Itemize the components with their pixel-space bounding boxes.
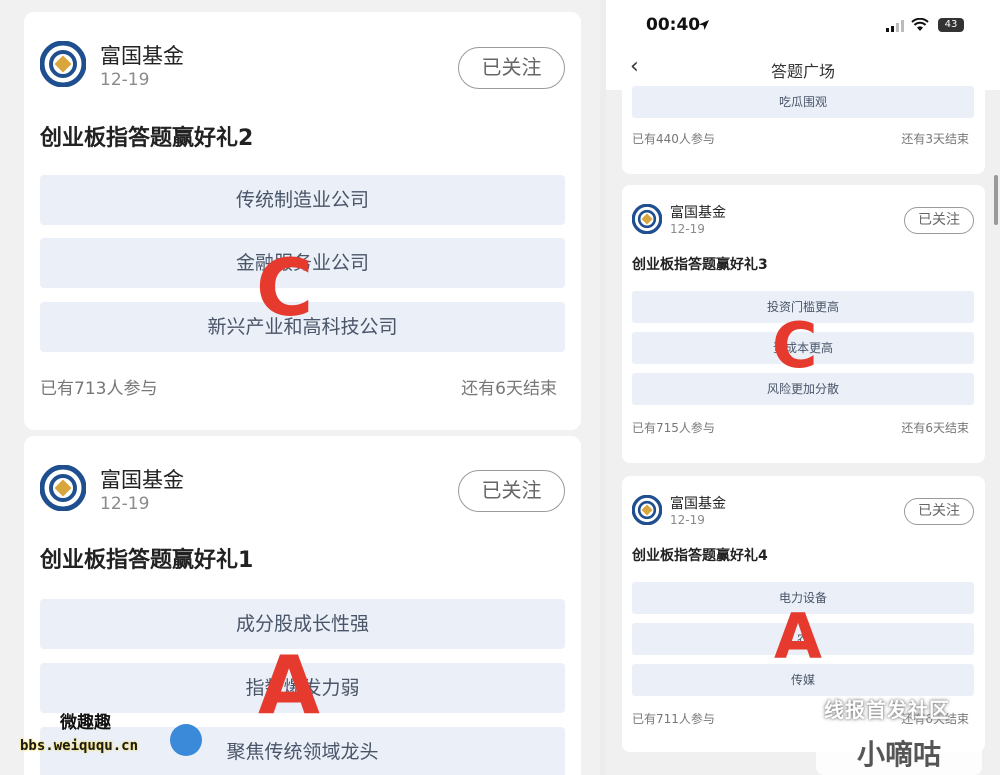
post-date: 12-19 (670, 222, 705, 236)
quiz-title: 创业板指答题赢好礼3 (632, 257, 768, 273)
site-watermark: 微趣趣 bbs.weiququ.cn (20, 708, 210, 768)
location-arrow-icon (699, 20, 709, 30)
time-remaining: 还有6天结束 (901, 421, 969, 435)
wifi-icon (911, 18, 929, 31)
follow-button[interactable]: 已关注 (458, 470, 565, 512)
answer-option[interactable]: 吃瓜围观 (632, 86, 974, 118)
battery-icon: 43 (938, 18, 964, 32)
fund-brand-name: 富国基金 (100, 44, 184, 68)
quiz-title: 创业板指答题赢好礼1 (40, 548, 254, 573)
answer-overlay-letter: A (258, 639, 320, 732)
page-title: 答题广场 (770, 62, 835, 81)
answer-overlay-letter: A (774, 600, 822, 673)
follow-button[interactable]: 已关注 (458, 47, 565, 89)
participant-count: 已有715人参与 (632, 421, 715, 435)
participant-count: 已有440人参与 (632, 132, 715, 146)
time-remaining: 还有3天结束 (901, 132, 969, 146)
post-date: 12-19 (100, 494, 150, 514)
answer-overlay-letter: C (256, 244, 314, 334)
fullgoal-logo-icon (632, 204, 662, 234)
fullgoal-logo-icon (632, 495, 662, 525)
post-date: 12-19 (670, 513, 705, 527)
quiz-card: 富国基金 12-19 已关注 创业板指答题赢好礼3 投资门槛更高 资成本更高 风… (622, 185, 985, 463)
watermark-badge: 小嘀咕 (816, 730, 982, 775)
watermark-site-url: bbs.weiququ.cn (20, 738, 139, 754)
fullgoal-logo-icon (40, 41, 86, 87)
quiz-title: 创业板指答题赢好礼4 (632, 548, 768, 564)
fund-brand-name: 富国基金 (670, 496, 726, 512)
left-screenshot-panel: 富国基金 12-19 已关注 创业板指答题赢好礼2 传统制造业公司 金融服务业公… (0, 0, 600, 775)
mascot-icon (170, 724, 202, 756)
follow-button[interactable]: 已关注 (904, 207, 974, 234)
scrollbar[interactable] (994, 175, 998, 225)
participant-count: 已有711人参与 (632, 712, 715, 726)
quiz-card: 富国基金 12-19 已关注 创业板指答题赢好礼2 传统制造业公司 金融服务业公… (24, 12, 581, 430)
time-remaining: 还有6天结束 (461, 379, 557, 399)
quiz-title: 创业板指答题赢好礼2 (40, 126, 254, 151)
watermark-site-name: 微趣趣 (60, 713, 111, 733)
status-bar: 00:40 43 (606, 0, 1000, 48)
fund-brand-name: 富国基金 (670, 205, 726, 221)
fullgoal-logo-icon (40, 465, 86, 511)
follow-button[interactable]: 已关注 (904, 498, 974, 525)
answer-overlay-letter: C (772, 309, 818, 382)
cellular-signal-icon (886, 20, 904, 32)
phone-screenshot-panel: 00:40 43 ‹ 答题广场 吃瓜围观 已有440人参与 还有3天结束 富国基… (606, 0, 1000, 775)
answer-option[interactable]: 传统制造业公司 (40, 175, 565, 225)
watermark-text: 线报首发社区 (824, 698, 950, 722)
clock: 00:40 (646, 15, 701, 35)
nav-bar: ‹ 答题广场 (606, 48, 1000, 90)
participant-count: 已有713人参与 (40, 379, 158, 399)
fund-brand-name: 富国基金 (100, 468, 184, 492)
quiz-card-partial: 吃瓜围观 已有440人参与 还有3天结束 (622, 86, 985, 174)
post-date: 12-19 (100, 70, 150, 90)
